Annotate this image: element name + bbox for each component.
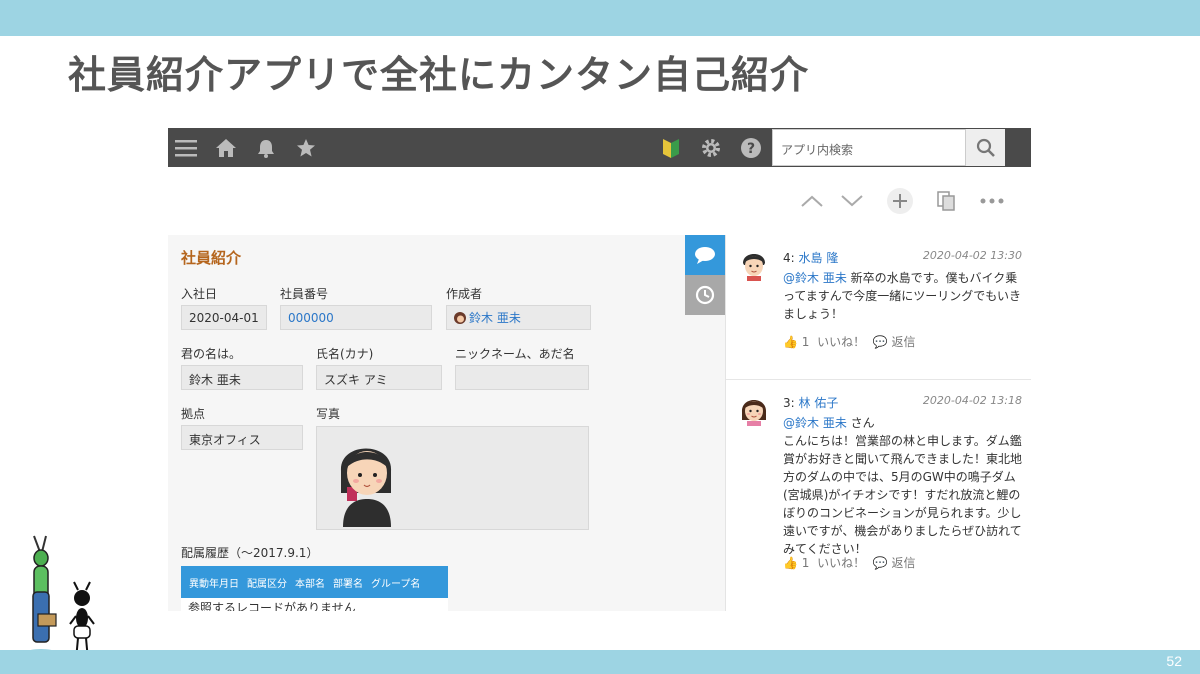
creator-avatar (454, 311, 466, 324)
reply-icon[interactable]: 💬 (873, 335, 888, 349)
record-title: 社員紹介 (181, 249, 242, 267)
beginner-mark-icon[interactable] (659, 136, 683, 160)
record-panel: 社員紹介 入社日 2020-04-01 社員番号 000000 作成者 鈴木 亜… (168, 235, 725, 611)
more-icon[interactable] (977, 186, 1007, 216)
history-tab[interactable] (685, 275, 725, 315)
comment-mention[interactable]: @鈴木 亜未 (783, 271, 847, 285)
field-hire-date: 2020-04-01 (181, 305, 267, 330)
field-employee-no[interactable]: 000000 (280, 305, 432, 330)
app-header-bar: ? アプリ内検索 (168, 128, 1031, 167)
comment-body: @鈴木 亜未 さん こんにちは！営業部の林と申します。ダム鑑賞がお好きと聞いて飛… (783, 414, 1023, 558)
comment-date: 2020-04-02 13:18 (922, 394, 1022, 407)
bottom-band (0, 650, 1200, 674)
bell-icon[interactable] (254, 136, 278, 160)
chevron-down-icon[interactable] (837, 186, 867, 216)
comment-actions: 👍 1 いいね！ 💬 返信 (783, 333, 916, 350)
comment-header: 3: 林 佑子 (783, 394, 838, 411)
comments-panel: 4: 水島 隆 2020-04-02 13:30 @鈴木 亜未 新卒の水島です。… (725, 235, 1031, 611)
app-screenshot: ? アプリ内検索 社員紹介 入社日 2020-04-01 社員番号 000000… (168, 128, 1031, 611)
top-band (0, 0, 1200, 36)
field-name: 鈴木 亜未 (181, 365, 303, 390)
like-count: 1 (801, 556, 810, 570)
speech-bubble-icon (695, 247, 715, 264)
comment-actions: 👍 1 いいね！ 💬 返信 (783, 554, 916, 571)
history-label: 配属履歴（～2017.9.1） (181, 546, 319, 560)
comment-number: 4: (783, 251, 795, 265)
menu-icon[interactable] (174, 136, 198, 160)
star-icon[interactable] (294, 136, 318, 160)
commenter-avatar (741, 400, 767, 426)
comment-mention-suffix: さん (850, 416, 875, 430)
history-table-header: 異動年月日 配属区分 本部名 部署名 グループ名 (181, 566, 448, 598)
history-col-type: 配属区分 (247, 578, 287, 590)
history-col-department: 部署名 (333, 578, 363, 590)
comment-mention[interactable]: @鈴木 亜未 (783, 416, 847, 430)
field-label-nickname: ニックネーム、あだ名 (455, 347, 575, 361)
comment-author[interactable]: 水島 隆 (799, 251, 839, 265)
field-label-kana: 氏名(カナ) (316, 347, 374, 361)
reply-button[interactable]: 返信 (892, 335, 916, 349)
field-nickname (455, 365, 589, 390)
field-office: 東京オフィス (181, 425, 303, 450)
history-col-group: グループ名 (371, 578, 421, 590)
field-label-office: 拠点 (181, 407, 206, 421)
field-label-name: 君の名は。 (181, 347, 242, 361)
comments-tab[interactable] (685, 235, 725, 275)
field-kana: スズキ アミ (316, 365, 442, 390)
reply-button[interactable]: 返信 (892, 556, 916, 570)
history-col-division: 本部名 (295, 578, 325, 590)
search-button[interactable] (966, 129, 1005, 166)
plus-icon[interactable] (885, 186, 915, 216)
like-count: 1 (801, 335, 810, 349)
field-label-photo: 写真 (316, 407, 341, 421)
thumbs-up-icon[interactable]: 👍 (783, 556, 798, 570)
chevron-up-icon[interactable] (797, 186, 827, 216)
gear-icon[interactable] (699, 136, 723, 160)
profile-photo-illustration (340, 448, 392, 527)
reply-icon[interactable]: 💬 (873, 556, 888, 570)
field-label-hire-date: 入社日 (181, 287, 218, 301)
comment-number: 3: (783, 396, 795, 410)
field-creator: 鈴木 亜未 (446, 305, 591, 330)
page-number: 52 (1166, 653, 1182, 669)
history-clock-icon (695, 285, 715, 305)
comment-header: 4: 水島 隆 (783, 249, 838, 266)
history-empty-row: 参照するレコードがありません (181, 598, 448, 611)
comment-text: こんにちは！営業部の林と申します。ダム鑑賞がお好きと聞いて飛んできました！東北地… (783, 434, 1023, 556)
commenter-avatar (743, 254, 765, 281)
svg-text:?: ? (747, 141, 755, 157)
like-button[interactable]: いいね！ (817, 335, 865, 349)
home-icon[interactable] (214, 136, 238, 160)
like-button[interactable]: いいね！ (817, 556, 865, 570)
history-col-date: 異動年月日 (189, 578, 239, 590)
slide-title: 社員紹介アプリで全社にカンタン自己紹介 (68, 53, 810, 97)
field-label-creator: 作成者 (446, 287, 483, 301)
copy-icon[interactable] (931, 186, 961, 216)
comment-item: 4: 水島 隆 2020-04-02 13:30 @鈴木 亜未 新卒の水島です。… (726, 235, 1031, 379)
search-icon (976, 138, 995, 157)
creator-name[interactable]: 鈴木 亜未 (469, 309, 521, 326)
comment-item: 3: 林 佑子 2020-04-02 13:18 @鈴木 亜未 さん こんにちは… (726, 380, 1031, 611)
thumbs-up-icon[interactable]: 👍 (783, 335, 798, 349)
comment-body: @鈴木 亜未 新卒の水島です。僕もバイク乗ってますんで今度一緒にツーリングでもい… (783, 269, 1023, 323)
comment-author[interactable]: 林 佑子 (799, 396, 839, 410)
photo-field (316, 426, 589, 530)
help-icon[interactable]: ? (739, 136, 763, 160)
comment-date: 2020-04-02 13:30 (922, 249, 1022, 262)
search-input[interactable]: アプリ内検索 (772, 129, 966, 166)
field-label-employee-no: 社員番号 (280, 287, 329, 301)
